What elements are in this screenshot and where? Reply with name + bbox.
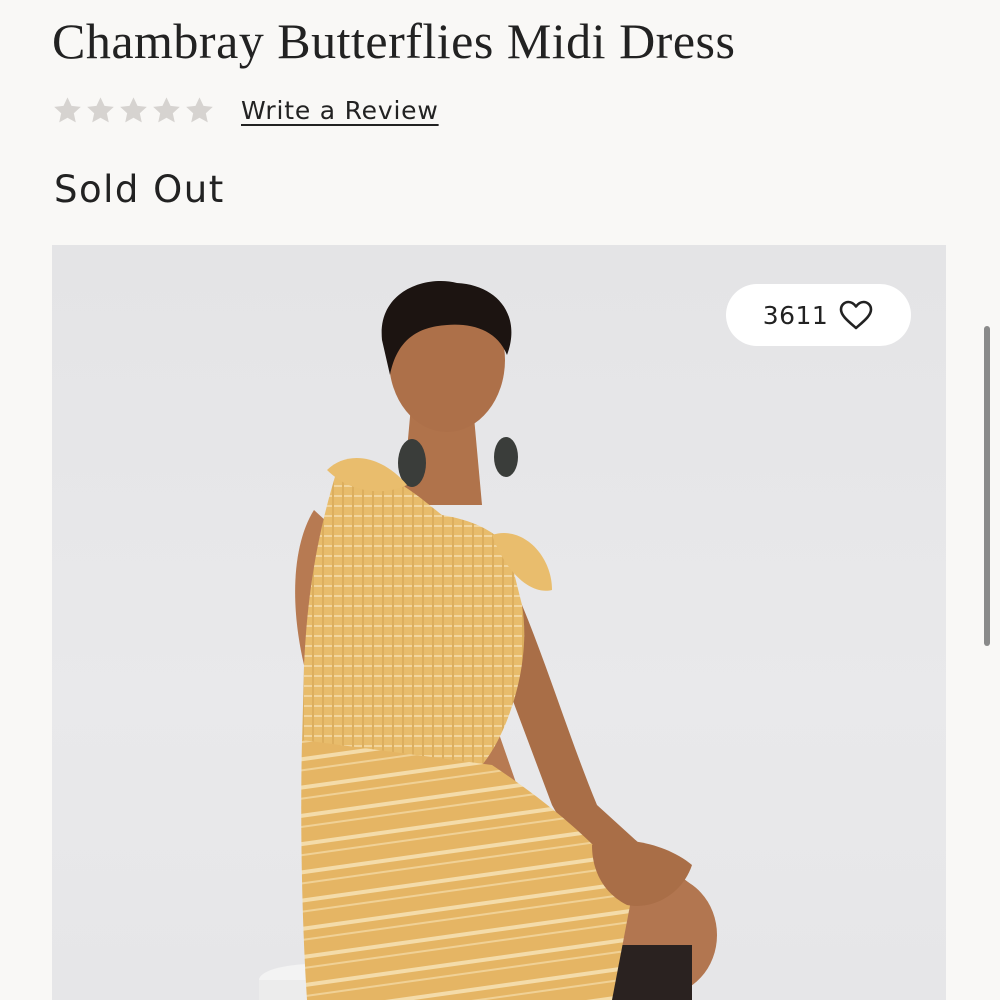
- favorite-button[interactable]: 3611: [726, 284, 911, 346]
- star-empty-icon: [186, 96, 213, 122]
- star-empty-icon: [153, 96, 180, 122]
- heart-outline-icon: [840, 300, 873, 330]
- star-empty-icon: [87, 96, 114, 122]
- star-empty-icon: [54, 96, 81, 122]
- product-image[interactable]: [52, 245, 946, 1000]
- page-scrollbar[interactable]: [984, 326, 990, 646]
- product-title: Chambray Butterflies Midi Dress: [52, 13, 736, 69]
- star-rating[interactable]: [52, 95, 215, 126]
- star-empty-icon: [120, 96, 147, 122]
- favorite-count: 3611: [762, 300, 829, 330]
- model-photo-illustration: [259, 280, 717, 1000]
- availability-status: Sold Out: [54, 168, 225, 211]
- write-review-link[interactable]: Write a Review: [241, 96, 439, 125]
- rating-row: Write a Review: [52, 88, 439, 132]
- product-page: Chambray Butterflies Midi Dress Write a …: [0, 0, 1000, 1000]
